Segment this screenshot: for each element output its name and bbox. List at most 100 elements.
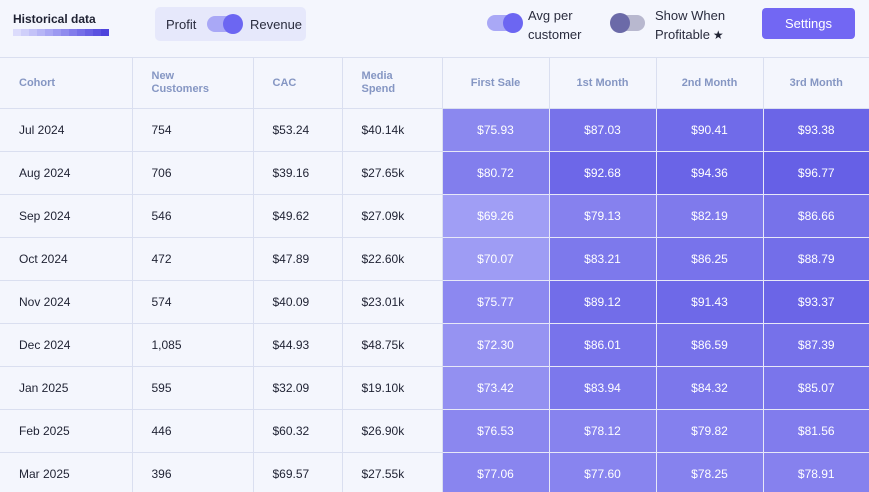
heat-cell[interactable]: $89.12 [548, 280, 657, 324]
show-when-profitable-label: Show When Profitable ★ [655, 6, 735, 45]
strip-swatch [13, 29, 21, 36]
heat-cell[interactable]: $70.07 [441, 237, 550, 281]
media-spend-cell: $26.90k [341, 409, 443, 453]
strip-swatch [29, 29, 37, 36]
column-header-1st-month[interactable]: 1st Month [548, 57, 657, 109]
heat-cell[interactable]: $93.37 [762, 280, 869, 324]
heat-cell[interactable]: $80.72 [441, 151, 550, 195]
cohort-cell: Dec 2024 [0, 323, 133, 367]
strip-swatch [77, 29, 85, 36]
table-row[interactable]: Dec 2024 1,085 $44.93 $48.75k $72.30 $86.01 $8… [0, 323, 869, 367]
table-row[interactable]: Mar 2025 396 $69.57 $27.55k $77.06 $77.60 $78.… [0, 452, 869, 492]
heat-cell[interactable]: $86.01 [548, 323, 657, 367]
heat-cell[interactable]: $79.82 [655, 409, 764, 453]
cac-cell: $40.09 [252, 280, 343, 324]
new-customers-cell: 1,085 [131, 323, 254, 367]
column-header-2nd-month[interactable]: 2nd Month [655, 57, 764, 109]
column-header-3rd-month[interactable]: 3rd Month [762, 57, 869, 109]
heat-cell[interactable]: $90.41 [655, 108, 764, 152]
switch-knob[interactable] [503, 13, 523, 33]
heat-cell[interactable]: $73.42 [441, 366, 550, 410]
heat-cell[interactable]: $94.36 [655, 151, 764, 195]
media-spend-cell: $40.14k [341, 108, 443, 152]
cac-cell: $32.09 [252, 366, 343, 410]
media-spend-cell: $22.60k [341, 237, 443, 281]
heat-cell[interactable]: $93.38 [762, 108, 869, 152]
heat-cell[interactable]: $96.77 [762, 151, 869, 195]
column-header-cac[interactable]: CAC [252, 57, 343, 109]
new-customers-cell: 595 [131, 366, 254, 410]
table-body: Jul 2024 754 $53.24 $40.14k $75.93 $87.03 $90.… [0, 108, 869, 492]
heat-cell[interactable]: $78.12 [548, 409, 657, 453]
profit-revenue-switch[interactable] [207, 14, 243, 34]
toggle-label-revenue[interactable]: Revenue [250, 17, 302, 32]
media-spend-cell: $19.10k [341, 366, 443, 410]
media-spend-cell: $27.55k [341, 452, 443, 492]
heat-cell[interactable]: $91.43 [655, 280, 764, 324]
column-header-cohort[interactable]: Cohort [0, 57, 133, 109]
table-row[interactable]: Oct 2024 472 $47.89 $22.60k $70.07 $83.21 $86.… [0, 237, 869, 281]
heat-cell[interactable]: $92.68 [548, 151, 657, 195]
cohort-cell: Nov 2024 [0, 280, 133, 324]
heat-cell[interactable]: $87.03 [548, 108, 657, 152]
new-customers-cell: 546 [131, 194, 254, 238]
cohort-cell: Feb 2025 [0, 409, 133, 453]
cac-cell: $69.57 [252, 452, 343, 492]
heat-cell[interactable]: $76.53 [441, 409, 550, 453]
switch-knob[interactable] [610, 13, 630, 33]
heat-cell[interactable]: $87.39 [762, 323, 869, 367]
cohort-cell: Mar 2025 [0, 452, 133, 492]
profit-revenue-toggle[interactable]: Profit Revenue [155, 7, 306, 41]
heat-cell[interactable]: $83.21 [548, 237, 657, 281]
table-row[interactable]: Jul 2024 754 $53.24 $40.14k $75.93 $87.03 $90.… [0, 108, 869, 152]
cac-cell: $44.93 [252, 323, 343, 367]
avg-per-customer-label: Avg per customer [528, 8, 582, 42]
heat-cell[interactable]: $85.07 [762, 366, 869, 410]
strip-swatch [93, 29, 101, 36]
avg-per-customer-switch[interactable] [487, 13, 523, 33]
top-bar: Historical data Profit Revenue Avg per c… [0, 0, 869, 57]
new-customers-cell: 396 [131, 452, 254, 492]
column-header-media-spend[interactable]: Media Spend [341, 57, 443, 109]
media-spend-cell: $23.01k [341, 280, 443, 324]
heat-cell[interactable]: $69.26 [441, 194, 550, 238]
cohort-table: Cohort New Customers CAC Media Spend First S… [0, 57, 869, 492]
cac-cell: $49.62 [252, 194, 343, 238]
table-row[interactable]: Feb 2025 446 $60.32 $26.90k $76.53 $78.12 $79.… [0, 409, 869, 453]
table-row[interactable]: Aug 2024 706 $39.16 $27.65k $80.72 $92.68 $94.… [0, 151, 869, 195]
heat-cell[interactable]: $86.59 [655, 323, 764, 367]
historical-data-color-strip [13, 29, 109, 36]
heat-cell[interactable]: $77.06 [441, 452, 550, 492]
heat-cell[interactable]: $78.91 [762, 452, 869, 492]
strip-swatch [61, 29, 69, 36]
cohort-cell: Sep 2024 [0, 194, 133, 238]
show-when-profitable-switch[interactable] [610, 13, 645, 33]
heat-cell[interactable]: $83.94 [548, 366, 657, 410]
toggle-label-profit[interactable]: Profit [166, 17, 196, 32]
heat-cell[interactable]: $86.25 [655, 237, 764, 281]
column-header-first-sale[interactable]: First Sale [441, 57, 550, 109]
switch-knob[interactable] [223, 14, 243, 34]
media-spend-cell: $27.09k [341, 194, 443, 238]
settings-button[interactable]: Settings [762, 8, 855, 39]
heat-cell[interactable]: $77.60 [548, 452, 657, 492]
cohort-cell: Jan 2025 [0, 366, 133, 410]
heat-cell[interactable]: $78.25 [655, 452, 764, 492]
cohort-cell: Aug 2024 [0, 151, 133, 195]
column-header-new-customers[interactable]: New Customers [131, 57, 254, 109]
heat-cell[interactable]: $72.30 [441, 323, 550, 367]
new-customers-cell: 574 [131, 280, 254, 324]
media-spend-cell: $48.75k [341, 323, 443, 367]
heat-cell[interactable]: $75.93 [441, 108, 550, 152]
heat-cell[interactable]: $86.66 [762, 194, 869, 238]
heat-cell[interactable]: $75.77 [441, 280, 550, 324]
heat-cell[interactable]: $79.13 [548, 194, 657, 238]
heat-cell[interactable]: $82.19 [655, 194, 764, 238]
table-row[interactable]: Nov 2024 574 $40.09 $23.01k $75.77 $89.12 $91.… [0, 280, 869, 324]
heat-cell[interactable]: $88.79 [762, 237, 869, 281]
heat-cell[interactable]: $84.32 [655, 366, 764, 410]
heat-cell[interactable]: $81.56 [762, 409, 869, 453]
table-row[interactable]: Sep 2024 546 $49.62 $27.09k $69.26 $79.13 $82.… [0, 194, 869, 238]
table-row[interactable]: Jan 2025 595 $32.09 $19.10k $73.42 $83.94 $84.… [0, 366, 869, 410]
strip-swatch [21, 29, 29, 36]
